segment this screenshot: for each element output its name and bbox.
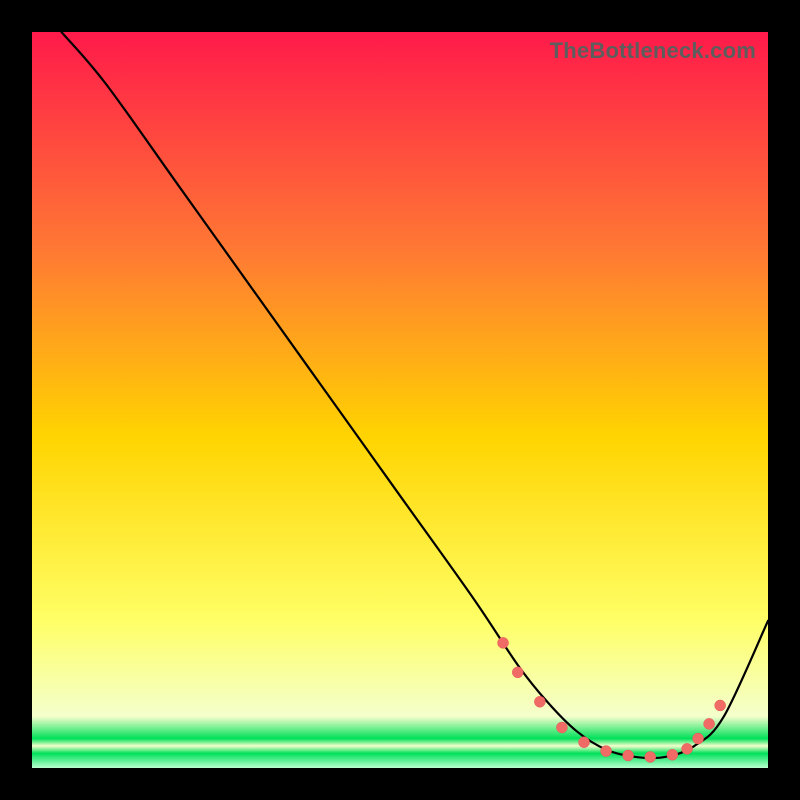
- marker-dot: [534, 696, 545, 707]
- marker-dot: [512, 667, 523, 678]
- marker-dot: [579, 737, 590, 748]
- plot-frame: TheBottleneck.com: [32, 32, 768, 768]
- watermark-text: TheBottleneck.com: [550, 38, 756, 64]
- marker-dot: [693, 733, 704, 744]
- marker-dot: [715, 700, 726, 711]
- marker-dot: [556, 722, 567, 733]
- marker-dot: [498, 637, 509, 648]
- marker-dot: [667, 749, 678, 760]
- marker-dot: [682, 743, 693, 754]
- marker-dot: [645, 751, 656, 762]
- marker-dot: [601, 746, 612, 757]
- marker-dot: [704, 718, 715, 729]
- gradient-background: [32, 32, 768, 768]
- bottleneck-chart: [32, 32, 768, 768]
- marker-dot: [623, 750, 634, 761]
